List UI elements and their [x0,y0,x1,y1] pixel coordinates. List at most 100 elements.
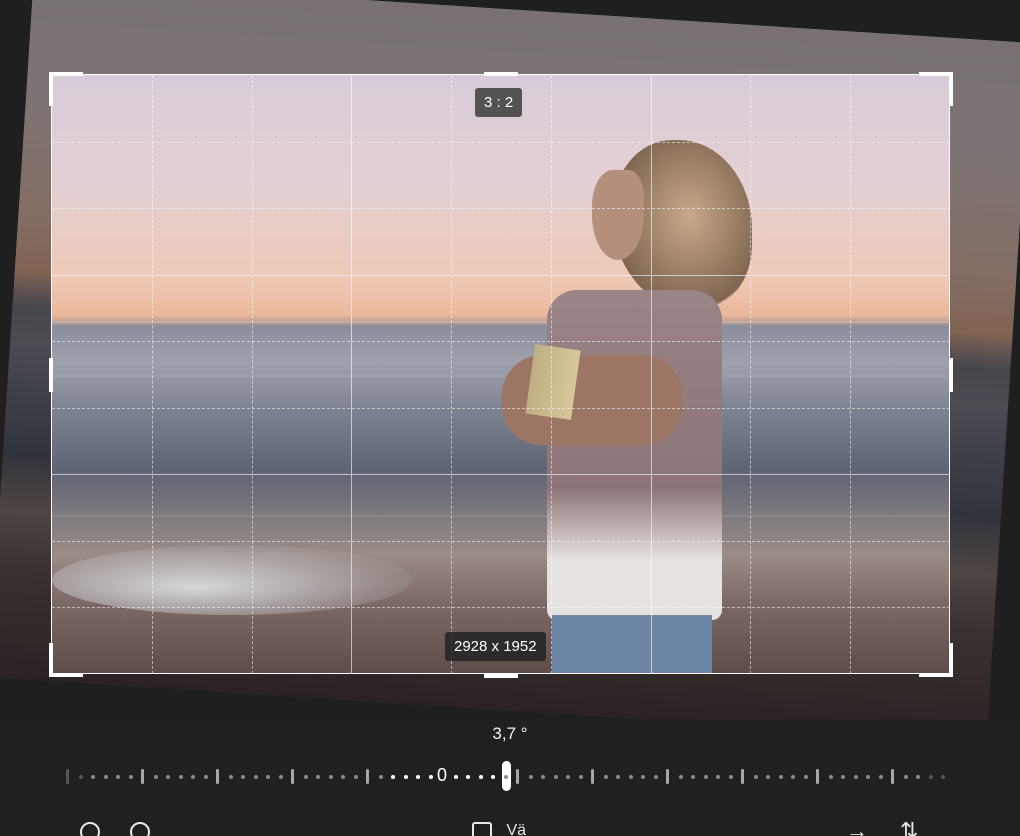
slider-tick [553,775,558,779]
slider-tick [428,775,433,779]
slider-tick [391,775,395,779]
slider-major-tick [666,769,669,784]
crop-dimensions-badge: 2928 x 1952 [445,632,546,661]
slider-major-tick [216,769,219,784]
flip-vertical-icon: ⇅ [900,818,919,836]
slider-tick [566,775,570,779]
slider-tick [341,775,345,779]
horizon-line [52,321,950,323]
slider-tick [628,775,633,779]
wave-foam [52,545,412,615]
slider-tick [728,775,733,779]
aspect-ratio-label: Vä [506,822,527,836]
slider-tick [828,775,833,779]
crop-handle-right[interactable] [949,358,953,392]
slider-major-tick [591,769,594,784]
flip-horizontal-button[interactable]: → [846,818,868,836]
wave-line [52,375,950,377]
crop-handle-top-right[interactable] [919,72,953,106]
slider-tick [853,775,858,779]
slider-tick [103,775,108,779]
slider-tick [316,775,320,779]
flip-vertical-button[interactable]: ⇅ [900,818,918,836]
slider-tick [491,775,495,779]
slider-tick [928,775,933,779]
slider-tick [241,775,245,779]
rotate-left-button[interactable] [80,822,100,836]
aspect-ratio-icon [472,822,492,836]
book [525,344,581,420]
slider-tick [191,775,195,779]
slider-major-tick [516,769,519,784]
slider-tick [716,775,720,779]
crop-toolbar: Vä → ⇅ [0,812,1020,836]
slider-tick [416,775,420,779]
slider-tick [916,775,920,779]
slider-tick [278,775,283,779]
crop-handle-top[interactable] [484,72,518,76]
slider-tick [178,775,183,779]
crop-handle-bottom[interactable] [484,674,518,678]
slider-tick [578,775,583,779]
slider-major-tick [366,769,369,784]
slider-tick [503,775,508,779]
slider-tick [328,775,333,779]
slider-tick [903,775,908,779]
rotate-right-icon [130,822,150,836]
slider-tick [91,775,95,779]
slider-tick [541,775,545,779]
crop-handle-top-left[interactable] [49,72,83,106]
flip-horizontal-icon: → [846,818,868,836]
slider-tick [641,775,645,779]
crop-area[interactable] [52,75,950,674]
image-canvas: 3 : 2 2928 x 1952 [0,0,1020,720]
slider-tick [791,775,795,779]
straighten-angle-value: 3,7 ° [492,724,528,743]
slider-tick [453,775,458,779]
slider-tick [353,775,358,779]
slider-major-tick [141,769,144,784]
slider-tick [678,775,683,779]
straighten-slider[interactable]: 0 [60,760,945,794]
slider-tick [841,775,845,779]
slider-tick [478,775,483,779]
slider-tick [128,775,133,779]
shore-line [52,515,950,517]
slider-tick [941,775,945,779]
aspect-ratio-badge: 3 : 2 [475,88,523,117]
slider-tick [703,775,708,779]
slider-tick [378,775,383,779]
slider-zero-label: 0 [437,765,448,785]
crop-handle-bottom-right[interactable] [919,643,953,677]
crop-handle-left[interactable] [49,358,53,392]
slider-tick [166,775,170,779]
slider-tick [766,775,770,779]
person-legs [552,615,712,674]
slider-tick [153,775,158,779]
slider-tick [753,775,758,779]
slider-tick [528,775,533,779]
crop-handle-bottom-left[interactable] [49,643,83,677]
rotate-right-button[interactable] [130,822,150,836]
slider-major-tick [66,769,69,784]
slider-tick [878,775,883,779]
slider-major-tick [891,769,894,784]
slider-tick [691,775,695,779]
person-face [592,170,644,260]
slider-tick [866,775,870,779]
aspect-ratio-button[interactable]: Vä [472,822,526,836]
slider-tick [116,775,120,779]
slider-tick [228,775,233,779]
slider-major-tick [816,769,819,784]
rotate-left-icon [80,822,100,836]
slider-tick [266,775,270,779]
slider-tick [203,775,208,779]
slider-tick [778,775,783,779]
slider-tick [403,775,408,779]
person-body [547,290,722,620]
slider-tick [303,775,308,779]
slider-tick [78,775,83,779]
slider-major-tick [741,769,744,784]
slider-tick [616,775,620,779]
slider-tick [603,775,608,779]
